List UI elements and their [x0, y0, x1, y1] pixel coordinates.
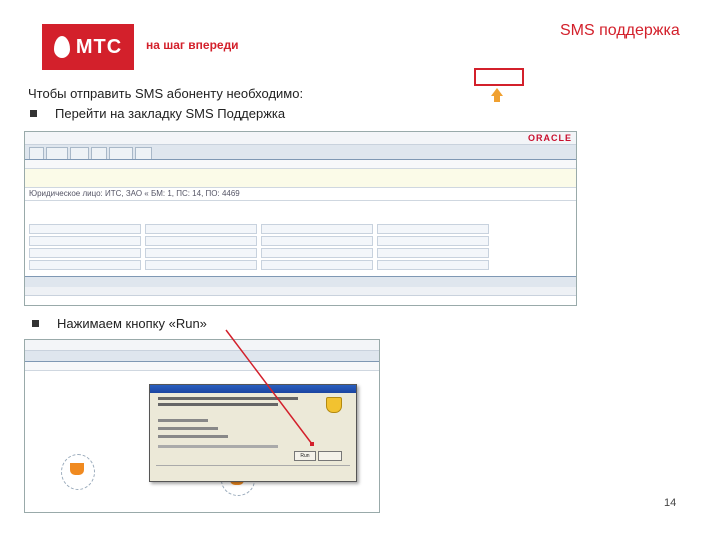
- pointer-line: [225, 329, 314, 446]
- page-number: 14: [664, 497, 677, 509]
